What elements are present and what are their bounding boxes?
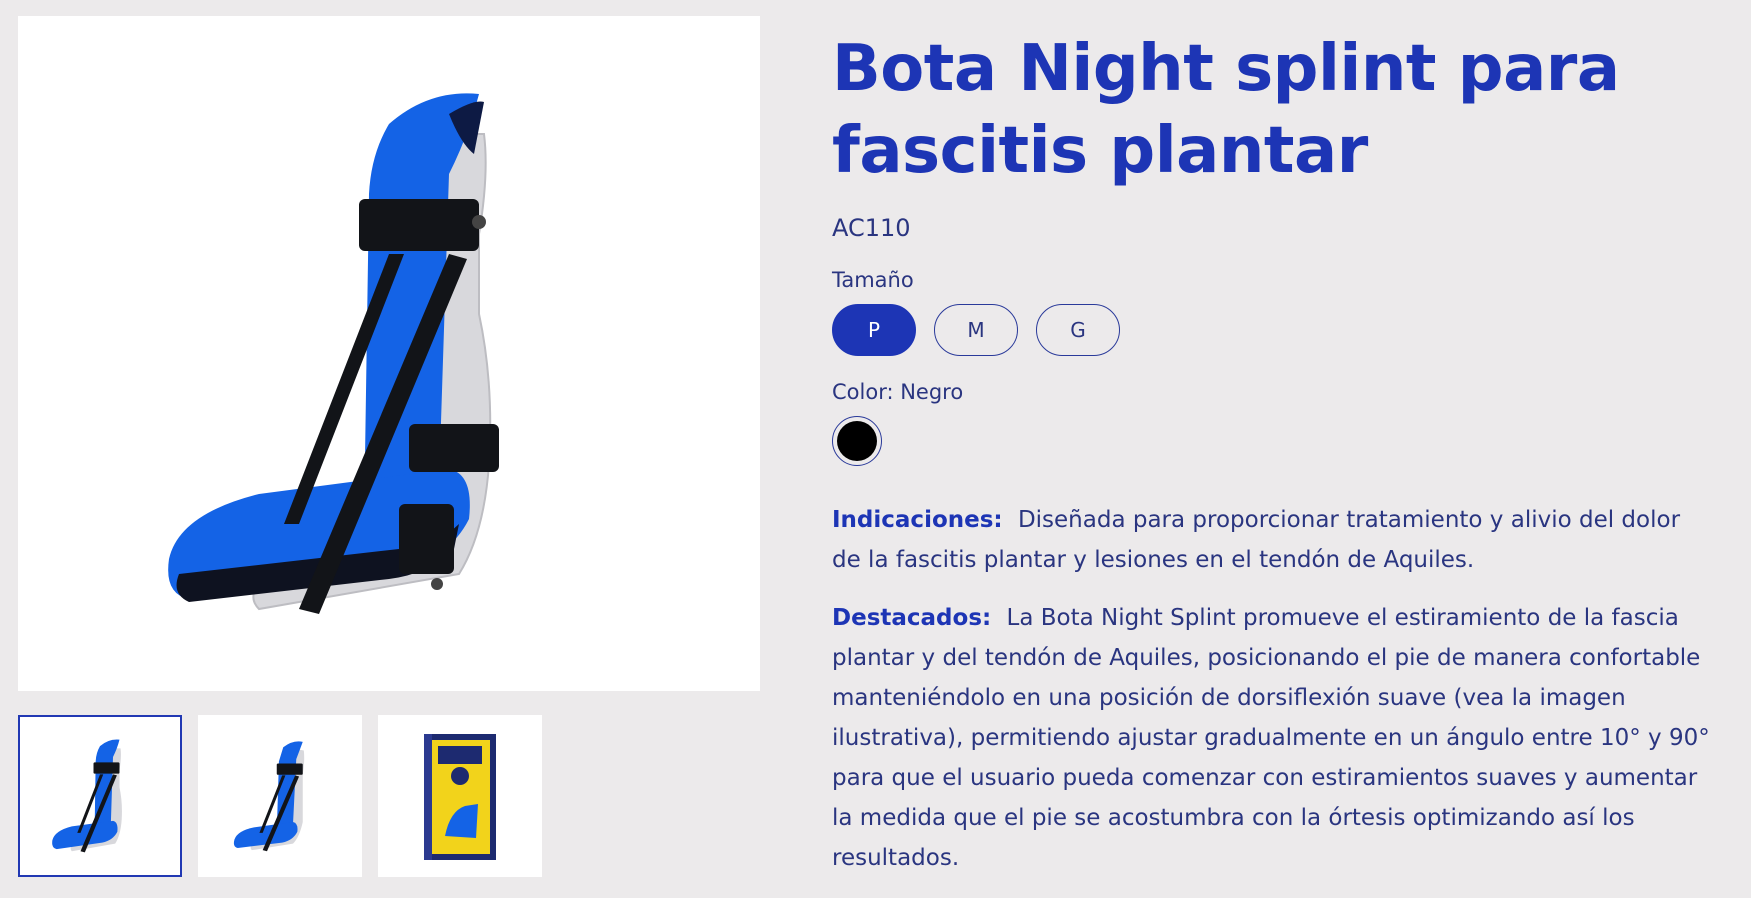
- destacados-text: La Bota Night Splint promueve el estiram…: [832, 605, 1710, 871]
- main-product-image[interactable]: [18, 16, 760, 691]
- product-title: Bota Night splint para fascitis plantar: [832, 32, 1620, 188]
- thumbnail-list: [18, 715, 542, 877]
- night-splint-thumb-icon: [233, 741, 305, 852]
- thumbnail-2[interactable]: [198, 715, 362, 877]
- thumbnail-1[interactable]: [18, 715, 182, 877]
- product-sku: AC110: [832, 214, 911, 242]
- indicaciones-section: Indicaciones: Diseñada para proporcionar…: [832, 500, 1712, 580]
- product-info: Bota Night splint para fascitis plantar …: [832, 28, 1712, 878]
- size-option-g[interactable]: G: [1036, 304, 1120, 356]
- color-swatch-negro[interactable]: [832, 416, 882, 466]
- product-box-icon: [424, 734, 496, 860]
- product-gallery: [18, 16, 760, 877]
- night-splint-image: [168, 92, 499, 614]
- size-option-p[interactable]: P: [832, 304, 916, 356]
- color-swatch-fill: [837, 421, 877, 461]
- color-label: Color: Negro: [832, 380, 964, 404]
- size-label: Tamaño: [832, 268, 914, 292]
- destacados-section: Destacados: La Bota Night Splint promuev…: [832, 598, 1712, 878]
- destacados-label: Destacados:: [832, 605, 992, 631]
- thumbnail-3[interactable]: [378, 715, 542, 877]
- size-option-m[interactable]: M: [934, 304, 1018, 356]
- size-selector: P M G: [832, 304, 1712, 356]
- indicaciones-label: Indicaciones:: [832, 507, 1003, 533]
- night-splint-thumb-icon: [52, 739, 122, 853]
